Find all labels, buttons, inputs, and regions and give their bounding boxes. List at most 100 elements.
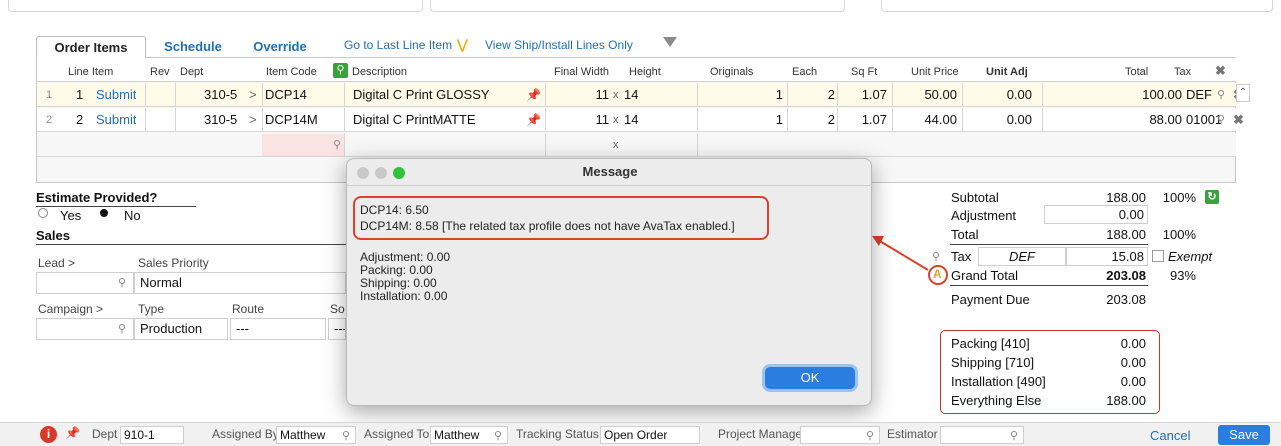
search-icon[interactable]: ⚲ [932, 250, 940, 263]
row-width[interactable]: 11 [577, 83, 610, 107]
row-index: 1 [46, 89, 53, 101]
breakdown-label: Packing [410] [951, 336, 1030, 351]
search-icon[interactable]: ⚲ [866, 429, 874, 442]
col-unit-price: Unit Price [911, 66, 959, 78]
col-each: Each [792, 66, 818, 78]
row-sqft: 1.07 [861, 87, 887, 102]
search-icon[interactable]: ⚲ [342, 429, 350, 442]
row-dept[interactable]: 310-5 [204, 108, 237, 132]
search-icon[interactable]: ⚲ [1217, 83, 1225, 107]
breakdown-value: 188.00 [1106, 393, 1146, 408]
scroll-up-icon[interactable]: ⌃ [1236, 84, 1250, 102]
row-height[interactable]: 14 [624, 83, 638, 107]
tax-code-input[interactable]: DEF [978, 247, 1066, 266]
tab-override[interactable]: Override [240, 36, 320, 58]
double-chevron-down-icon[interactable]: ⋁ [457, 37, 468, 53]
tracking-status-select[interactable]: Open Order [600, 426, 700, 444]
submit-link[interactable]: Submit [96, 83, 136, 107]
row-each[interactable]: 2 [797, 108, 835, 132]
row-height[interactable]: 14 [624, 108, 638, 132]
search-icon[interactable]: ⚲ [118, 322, 126, 335]
row-x: x [613, 139, 619, 151]
total-pct: 100% [1162, 227, 1196, 242]
item-code-input[interactable] [262, 134, 344, 156]
sales-priority-select[interactable]: Normal [134, 272, 346, 294]
type-label: Type [138, 302, 165, 316]
table-row[interactable]: 2 2 Submit 310-5 > DCP14M Digital C Prin… [37, 108, 1244, 132]
col-dept: Dept [180, 66, 204, 78]
top-field-1[interactable] [8, 0, 423, 12]
search-icon[interactable]: ⚲ [1010, 429, 1018, 442]
table-row[interactable]: 1 1 Submit 310-5 > DCP14 Digital C Print… [37, 83, 1244, 107]
submit-link[interactable]: Submit [96, 108, 136, 132]
dialog-title: Message [582, 164, 638, 179]
new-row[interactable]: ⚲ x [37, 133, 1236, 157]
type-select[interactable]: Production [134, 318, 228, 340]
view-ship-install-link[interactable]: View Ship/Install Lines Only [485, 38, 633, 52]
pin-icon[interactable]: 📌 [526, 108, 541, 132]
route-select[interactable]: --- [230, 318, 326, 340]
row-unit-adj[interactable]: 0.00 [982, 83, 1032, 107]
order-page: Order Items Schedule Override Go to Last… [0, 0, 1281, 446]
row-unit-price[interactable]: 44.00 [907, 108, 957, 132]
row-item-code[interactable]: DCP14 [265, 83, 345, 107]
row-item-code[interactable]: DCP14M [265, 108, 345, 132]
row-arrow[interactable]: > [249, 83, 257, 107]
no-radio[interactable] [100, 209, 108, 217]
dialog-line-2: DCP14M: 8.58 [The related tax profile do… [360, 219, 735, 233]
row-tax[interactable]: DEF [1186, 83, 1212, 107]
source-select[interactable]: --- [328, 318, 346, 340]
breakdown-label: Everything Else [951, 393, 1042, 408]
pin-icon[interactable]: 📌 [65, 426, 80, 440]
row-each[interactable]: 2 [797, 83, 835, 107]
exempt-checkbox[interactable] [1152, 250, 1164, 262]
yes-radio[interactable] [38, 208, 48, 218]
delete-icon[interactable]: ✖ [1233, 108, 1244, 132]
row-description[interactable]: Digital C Print GLOSSY [353, 83, 490, 107]
breakdown-value: 0.00 [1120, 374, 1146, 389]
pin-icon[interactable]: 📌 [526, 83, 541, 107]
tab-order-items[interactable]: Order Items [36, 36, 146, 58]
search-icon[interactable]: ⚲ [1217, 108, 1225, 132]
breakdown-label: Installation [490] [951, 374, 1046, 389]
lead-label[interactable]: Lead > [38, 256, 75, 270]
campaign-label[interactable]: Campaign > [38, 302, 103, 316]
col-final-width: Final Width [554, 66, 610, 78]
save-button[interactable]: Save [1218, 425, 1270, 445]
go-to-last-line-item-link[interactable]: Go to Last Line Item [344, 38, 452, 52]
search-icon[interactable]: ⚲ [333, 133, 341, 157]
row-arrow[interactable]: > [249, 108, 257, 132]
estimate-title: Estimate Provided? [36, 190, 158, 205]
info-icon[interactable]: i [40, 426, 57, 443]
row-unit-adj[interactable]: 0.00 [982, 108, 1032, 132]
search-icon[interactable]: ⚲ [494, 429, 502, 442]
row-unit-price[interactable]: 50.00 [907, 83, 957, 107]
search-icon[interactable]: ⚲ [118, 276, 126, 289]
search-icon[interactable]: ⚲ [333, 63, 348, 78]
top-field-3[interactable] [881, 0, 1273, 12]
dialog-adjustment: Adjustment: 0.00 [360, 250, 451, 264]
dept-input[interactable]: 910-1 [120, 426, 184, 444]
row-description[interactable]: Digital C PrintMATTE [353, 108, 476, 132]
row-originals[interactable]: 1 [737, 108, 783, 132]
tax-label: Tax [951, 249, 972, 264]
subtotal-value: 188.00 [1106, 190, 1146, 205]
filter-icon[interactable] [663, 37, 677, 47]
breakdown-value: 0.00 [1120, 336, 1146, 351]
ok-button[interactable]: OK [765, 367, 855, 389]
row-width[interactable]: 11 [577, 108, 610, 132]
cancel-button[interactable]: Cancel [1150, 428, 1190, 443]
adjustment-input[interactable]: 0.00 [1044, 205, 1148, 224]
row-sqft: 1.07 [861, 112, 887, 127]
row-dept[interactable]: 310-5 [204, 83, 237, 107]
top-field-2[interactable] [430, 0, 845, 12]
dialog-packing: Packing: 0.00 [360, 263, 433, 277]
col-originals: Originals [710, 66, 754, 78]
breakdown-value: 0.00 [1120, 355, 1146, 370]
close-icon[interactable]: ✖ [1215, 63, 1226, 79]
row-originals[interactable]: 1 [737, 83, 783, 107]
refresh-icon[interactable]: ↻ [1205, 190, 1219, 204]
dialog-installation: Installation: 0.00 [360, 289, 448, 303]
tab-schedule[interactable]: Schedule [150, 36, 236, 58]
avatax-icon[interactable]: A [933, 267, 942, 281]
